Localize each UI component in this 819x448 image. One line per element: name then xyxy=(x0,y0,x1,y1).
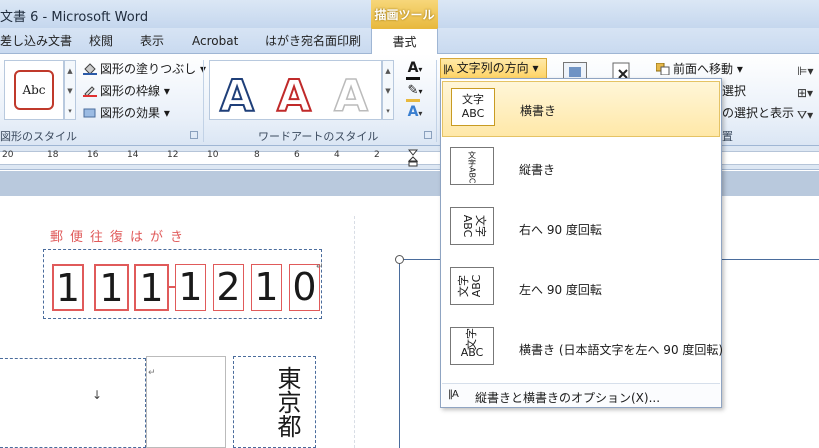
align-icon[interactable]: ⊫▾ xyxy=(797,60,817,82)
menu-item-label: 横書き xyxy=(520,104,557,118)
ruler-indent-marker[interactable] xyxy=(407,149,419,167)
paint-bucket-icon xyxy=(83,63,97,75)
resize-handle[interactable] xyxy=(395,255,404,264)
shape-effects-label: 図形の効果 xyxy=(100,106,161,120)
shape-outline-label: 図形の枠線 xyxy=(100,84,161,98)
group-label-arrange-partial: 置 xyxy=(722,130,733,143)
text-outline-button[interactable]: ✎▾ xyxy=(400,83,430,103)
ruler-tick: 8 xyxy=(254,150,260,160)
ruler-tick: 2 xyxy=(374,150,380,160)
menu-item-horizontal-rotate-japanese[interactable]: 文字 ABC 横書き (日本語文字を左へ 90 度回転) xyxy=(442,321,724,377)
wordart-dialog-launcher[interactable] xyxy=(424,131,432,139)
selection-pane-label[interactable]: の選択と表示 xyxy=(722,104,794,121)
shape-style-gallery[interactable]: Abc xyxy=(4,60,64,120)
menu-item-rotate-left[interactable]: 文字 ABC 左へ 90 度回転 xyxy=(442,261,720,317)
menu-item-label: 横書き (日本語文字を左へ 90 度回転) xyxy=(519,343,724,357)
shape-outline-button[interactable]: 図形の枠線 ▾ xyxy=(83,82,170,99)
tab-acrobat[interactable]: Acrobat xyxy=(192,28,238,54)
shape-styles-dialog-launcher[interactable] xyxy=(190,131,198,139)
shape-fill-button[interactable]: 図形の塗りつぶし ▾ xyxy=(83,60,206,77)
ribbon-separator xyxy=(436,60,437,142)
shape-style-gallery-scroll[interactable]: ▲ ▼ ▾ xyxy=(64,60,76,120)
rotate-right-text-icon: 文字 ABC xyxy=(450,207,494,245)
address-vertical-text: 東京都 xyxy=(273,366,301,438)
text-direction-options-label: 縦書きと横書きのオプション(X)... xyxy=(475,391,661,405)
postal-digit-box[interactable]: 1 xyxy=(52,264,84,311)
wordart-sample-gray[interactable]: A xyxy=(333,67,369,127)
ribbon-separator xyxy=(203,60,204,142)
menu-item-text-direction-options[interactable]: ‖A 縦書きと横書きのオプション(X)... xyxy=(442,383,720,407)
postal-digit-box[interactable]: 1 xyxy=(251,264,282,311)
select-partial-label[interactable]: 選択 xyxy=(722,82,746,99)
tab-view[interactable]: 表示 xyxy=(140,28,164,54)
margin-guide xyxy=(354,216,355,448)
menu-item-vertical[interactable]: 文字ABC 縦書き xyxy=(442,141,720,197)
pencil-icon xyxy=(83,85,97,97)
align-icons[interactable]: ⊫▾ ⊞▾ ⛛▾ xyxy=(797,60,817,126)
ruler-tick: 18 xyxy=(47,150,59,160)
text-fill-button[interactable]: A▾ xyxy=(400,60,430,80)
shape-fill-label: 図形の塗りつぶし xyxy=(100,62,197,76)
menu-item-label: 縦書き xyxy=(519,163,556,177)
text-frame[interactable] xyxy=(0,358,146,448)
shape-style-sample: Abc xyxy=(14,70,54,110)
text-direction-options-icon: ‖A xyxy=(448,389,459,400)
vertical-text-icon: 文字ABC xyxy=(450,147,494,185)
ruler-tick: 14 xyxy=(127,150,139,160)
ruler-tick: 12 xyxy=(167,150,179,160)
text-direction-label: 文字列の方向 xyxy=(456,61,529,75)
tab-review[interactable]: 校閲 xyxy=(89,28,113,54)
rotate-icon[interactable]: ⛛▾ xyxy=(797,104,817,126)
bring-forward-label: 前面へ移動 xyxy=(673,62,734,76)
wordart-sample-blue[interactable]: A xyxy=(219,67,255,127)
menu-item-label: 右へ 90 度回転 xyxy=(519,223,602,237)
down-arrow-mark: ↓ xyxy=(92,388,103,402)
group-objects-icon[interactable]: ⊞▾ xyxy=(797,82,817,104)
shape-effects-icon xyxy=(83,107,97,119)
postal-digit-box[interactable]: 1 xyxy=(134,264,169,311)
wordart-sample-red[interactable]: A xyxy=(276,67,312,127)
paragraph-mark: ↵ xyxy=(148,368,156,378)
paragraph-mark: ↵ xyxy=(316,262,324,272)
postal-digit-box[interactable]: 1 xyxy=(94,264,129,311)
group-label-wordart-styles: ワードアートのスタイル xyxy=(258,130,379,143)
window-title: 文書 6 - Microsoft Word xyxy=(0,10,149,25)
shape-effects-button[interactable]: 図形の効果 ▾ xyxy=(83,104,170,121)
menu-item-rotate-right[interactable]: 文字 ABC 右へ 90 度回転 xyxy=(442,201,720,257)
text-effects-icon: A▾ xyxy=(407,104,423,120)
drawing-tools-context-header: 描画ツール xyxy=(371,0,438,28)
menu-item-horizontal[interactable]: 文字 ABC 横書き xyxy=(442,81,720,137)
wordart-gallery[interactable]: A A A xyxy=(209,60,382,123)
rotate-left-text-icon: 文字 ABC xyxy=(450,267,494,305)
postcard-title: 郵便往復はがき xyxy=(50,230,191,245)
text-direction-menu: 文字 ABC 横書き 文字ABC 縦書き 文字 ABC 右へ 90 度回転 文字 AB… xyxy=(440,78,724,408)
tab-mailings[interactable]: 差し込み文書 xyxy=(0,28,72,54)
tab-postcard-print[interactable]: はがき宛名面印刷 xyxy=(265,28,361,54)
tab-format[interactable]: 書式 xyxy=(371,28,438,55)
postal-digit-box[interactable]: 1 xyxy=(175,264,206,311)
horizontal-text-icon: 文字 ABC xyxy=(451,88,495,126)
ruler-tick: 20 xyxy=(2,150,14,160)
ruler-tick: 16 xyxy=(87,150,99,160)
ruler-tick: 4 xyxy=(334,150,340,160)
text-direction-button[interactable]: ‖A 文字列の方向 ▾ xyxy=(440,58,547,79)
text-outline-pencil-icon: ✎▾ xyxy=(407,83,423,98)
text-effects-button[interactable]: A▾ xyxy=(400,104,430,124)
text-fill-icon: A▾ xyxy=(407,60,423,76)
bring-forward-icon xyxy=(655,62,670,76)
group-label-shape-styles: 図形のスタイル xyxy=(0,130,77,143)
postal-digit-box[interactable]: 2 xyxy=(213,264,244,311)
text-frame[interactable] xyxy=(146,356,226,448)
ruler-tick: 10 xyxy=(207,150,219,160)
horizontal-rotated-japanese-icon: 文字 ABC xyxy=(450,327,494,365)
wordart-gallery-scroll[interactable]: ▲ ▼ ▾ xyxy=(382,60,394,120)
bring-forward-button[interactable]: 前面へ移動 ▾ xyxy=(655,60,743,77)
menu-item-label: 左へ 90 度回転 xyxy=(519,283,602,297)
text-direction-icon: ‖A xyxy=(443,64,454,75)
ruler-tick: 6 xyxy=(294,150,300,160)
